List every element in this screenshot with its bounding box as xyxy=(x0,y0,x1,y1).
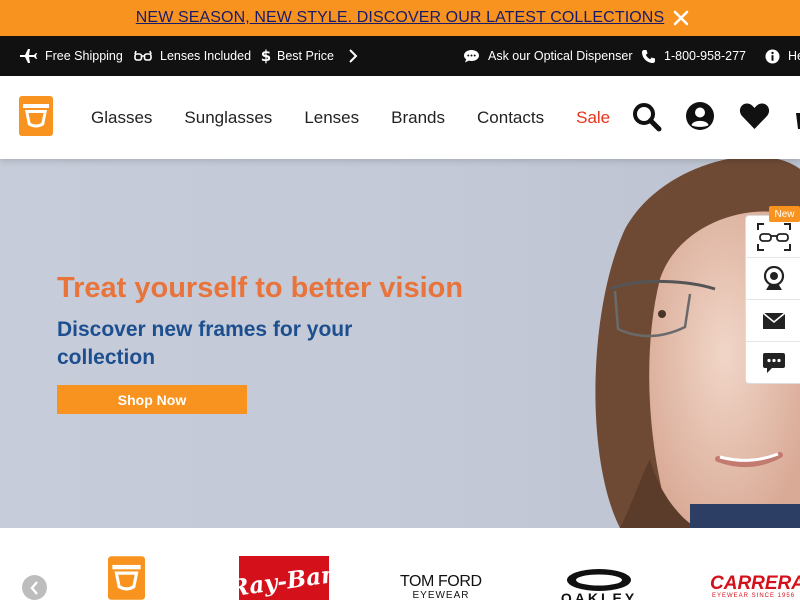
promo-bar: NEW SEASON, NEW STYLE. DISCOVER OUR LATE… xyxy=(0,0,800,36)
webcam-icon[interactable] xyxy=(746,258,800,300)
brand-logo-tomford[interactable]: TOM FORD EYEWEAR xyxy=(398,572,484,600)
hero-banner: Treat yourself to better vision Discover… xyxy=(0,159,800,528)
close-icon[interactable] xyxy=(670,7,692,29)
live-chat-icon[interactable] xyxy=(746,342,800,384)
main-header: Glasses Sunglasses Lenses Brands Contact… xyxy=(0,76,800,159)
nav-brands[interactable]: Brands xyxy=(391,108,445,128)
site-logo[interactable] xyxy=(19,96,53,136)
nav-sale[interactable]: Sale xyxy=(576,108,610,128)
free-shipping-label: Free Shipping xyxy=(45,49,123,63)
best-price-item[interactable]: $ Best Price xyxy=(261,36,334,76)
help-item[interactable]: He xyxy=(765,36,800,76)
email-icon[interactable] xyxy=(746,300,800,342)
account-icon[interactable] xyxy=(685,101,717,133)
svg-text:TOM FORD: TOM FORD xyxy=(400,573,482,590)
phone-number: 1-800-958-277 xyxy=(664,49,747,63)
best-price-label: Best Price xyxy=(277,49,334,63)
cart-icon[interactable] xyxy=(793,101,800,133)
brand-carousel: Ray-Ban TOM FORD EYEWEAR OAKLEY CARRERA … xyxy=(0,528,800,600)
ask-dispenser-item[interactable]: Ask our Optical Dispenser xyxy=(463,36,633,76)
svg-text:$: $ xyxy=(261,48,271,64)
lenses-included-item[interactable]: Lenses Included xyxy=(134,36,251,76)
utility-bar: Free Shipping Lenses Included $ Best Pri… xyxy=(0,36,800,76)
brand-logo-oakley[interactable]: OAKLEY xyxy=(553,568,645,600)
chevron-right-icon[interactable] xyxy=(347,36,359,76)
info-icon xyxy=(765,49,780,64)
svg-text:EYEWEAR SINCE 1956: EYEWEAR SINCE 1956 xyxy=(712,593,795,599)
nav-lenses[interactable]: Lenses xyxy=(304,108,359,128)
nav-contacts[interactable]: Contacts xyxy=(477,108,544,128)
main-nav: Glasses Sunglasses Lenses Brands Contact… xyxy=(91,76,642,159)
lenses-included-label: Lenses Included xyxy=(160,49,252,63)
phone-icon xyxy=(641,49,656,64)
svg-text:OAKLEY: OAKLEY xyxy=(561,590,637,600)
dollar-icon: $ xyxy=(261,48,271,64)
shop-now-button[interactable]: Shop Now xyxy=(57,385,247,414)
brand-logo-carrera[interactable]: CARRERA EYEWEAR SINCE 1956 xyxy=(710,572,800,600)
hero-title: Treat yourself to better vision xyxy=(57,272,464,304)
nav-sunglasses[interactable]: Sunglasses xyxy=(184,108,272,128)
free-shipping-item[interactable]: Free Shipping xyxy=(19,36,123,76)
side-tools-panel xyxy=(745,215,800,384)
promo-link[interactable]: NEW SEASON, NEW STYLE. DISCOVER OUR LATE… xyxy=(136,9,664,27)
glasses-icon xyxy=(134,50,152,62)
phone-item[interactable]: 1-800-958-277 xyxy=(641,36,746,76)
ask-dispenser-label: Ask our Optical Dispenser xyxy=(488,49,633,63)
nav-glasses[interactable]: Glasses xyxy=(91,108,152,128)
heart-icon[interactable] xyxy=(739,101,771,133)
hero-subtitle: Discover new frames for your collection xyxy=(57,318,353,369)
help-label: He xyxy=(788,49,800,63)
svg-text:CARRERA: CARRERA xyxy=(710,573,800,594)
chat-icon xyxy=(463,49,480,63)
virtual-try-on-icon[interactable] xyxy=(746,216,800,258)
brand-logo-own[interactable] xyxy=(108,556,145,600)
new-badge: New xyxy=(769,206,800,222)
brand-logo-rayban[interactable]: Ray-Ban xyxy=(227,556,339,600)
chevron-left-icon[interactable] xyxy=(22,575,47,600)
search-icon[interactable] xyxy=(631,101,663,133)
svg-text:EYEWEAR: EYEWEAR xyxy=(412,590,469,600)
airplane-icon xyxy=(19,49,37,63)
